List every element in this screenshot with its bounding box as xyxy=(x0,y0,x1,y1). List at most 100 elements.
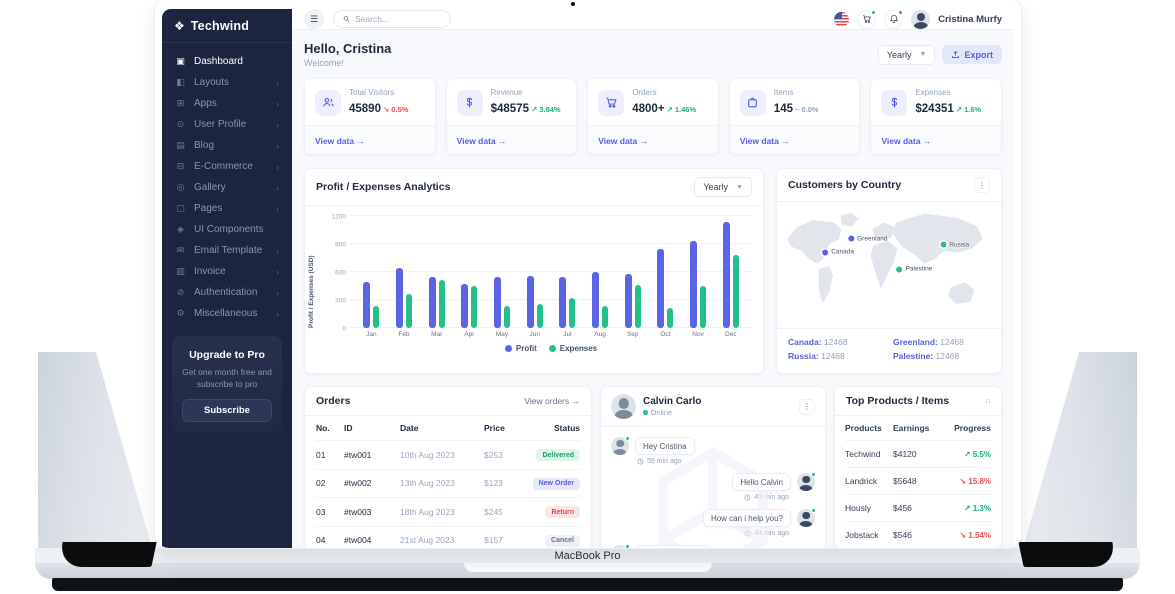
products-header-row: ProductsEarningsProgress xyxy=(845,416,991,440)
sidebar-item-invoice[interactable]: ▥Invoice› xyxy=(162,261,292,282)
products-col-header: Products xyxy=(845,423,893,433)
chart-xtick: Jan xyxy=(355,331,388,338)
chevron-right-icon: › xyxy=(276,99,279,109)
user-avatar[interactable] xyxy=(911,10,930,29)
laptop-deck: MacBook Pro xyxy=(35,548,1140,563)
chart-xlabels: JanFebMarAprMayJunJulAugSepOctNovDec xyxy=(351,331,751,338)
product-name: Jobstack xyxy=(845,530,893,540)
subscribe-button[interactable]: Subscribe xyxy=(182,399,272,422)
search-box[interactable] xyxy=(333,10,451,28)
sort-icon[interactable]: ↑↓ xyxy=(985,398,990,405)
chart-period-select[interactable]: Yearly ▼ xyxy=(694,177,752,197)
legend-dot-icon xyxy=(549,345,556,352)
sidebar-item-dashboard[interactable]: ▣Dashboard xyxy=(162,51,292,72)
topbar: ☰ xyxy=(292,9,1014,30)
ecommerce-icon: ⊟ xyxy=(175,161,186,172)
profit-bar xyxy=(625,274,632,328)
view-data-link[interactable]: View data → xyxy=(315,136,365,146)
analytics-title: Profit / Expenses Analytics xyxy=(316,181,450,193)
chat-kebab-menu-icon[interactable]: ⋮ xyxy=(799,399,815,415)
laptop-base xyxy=(35,563,1140,579)
topbar-right: Cristina Murfy xyxy=(834,10,1002,29)
online-status-icon xyxy=(643,410,648,415)
brand-name: Techwind xyxy=(191,19,249,33)
product-row-hously[interactable]: Hously$456↗ 1.3% xyxy=(845,494,991,521)
sidebar-item-authentication[interactable]: ⊘Authentication› xyxy=(162,282,292,303)
bar-group-jul xyxy=(551,216,584,328)
period-select[interactable]: Yearly ▼ xyxy=(878,45,936,65)
trackpad-notch xyxy=(464,563,712,572)
auth-icon: ⊘ xyxy=(175,287,186,298)
chevron-right-icon: › xyxy=(276,246,279,256)
dashboard-app: ❖ Techwind ▣Dashboard◧Layouts›⊞Apps›⊙Use… xyxy=(162,9,1014,548)
chart-xtick: May xyxy=(486,331,519,338)
kebab-menu-icon[interactable]: ⋮ xyxy=(974,177,990,193)
order-price: $253 xyxy=(484,450,532,460)
product-earnings: $456 xyxy=(893,503,945,513)
laptop-right-side xyxy=(1017,352,1137,548)
marker-dot-icon xyxy=(822,249,828,255)
user-icon: ⊙ xyxy=(175,119,186,130)
cart-button[interactable] xyxy=(857,10,876,29)
chat-contact-avatar xyxy=(611,394,636,419)
product-row-techwind[interactable]: Techwind$4120↗ 5.5% xyxy=(845,440,991,467)
search-input[interactable] xyxy=(355,14,441,24)
order-row-03[interactable]: 03#tw00318th Aug 2023$245Return xyxy=(316,497,580,526)
order-price: $245 xyxy=(484,507,532,517)
user-name[interactable]: Cristina Murfy xyxy=(938,14,1002,25)
order-row-04[interactable]: 04#tw00421st Aug 2023$157Cancel xyxy=(316,526,580,549)
customers-card: Customers by Country ⋮ xyxy=(776,168,1002,374)
sidebar-item-label: User Profile xyxy=(194,119,246,130)
product-row-jobstack[interactable]: Jobstack$546↘ 1.54% xyxy=(845,521,991,548)
notifications-button[interactable] xyxy=(884,10,903,29)
message-bubble: How can i help you? xyxy=(703,509,791,527)
product-progress: ↘ 15.8% xyxy=(947,477,991,486)
upgrade-title: Upgrade to Pro xyxy=(182,349,272,361)
sidebar-item-e-commerce[interactable]: ⊟E-Commerce› xyxy=(162,156,292,177)
sidebar-item-miscellaneous[interactable]: ⚙Miscellaneous› xyxy=(162,303,292,324)
export-button[interactable]: Export xyxy=(942,45,1002,64)
chat-messages: Hey Cristina59 min agoHello Calvin45 min… xyxy=(601,427,825,548)
online-status-label: Online xyxy=(651,408,673,417)
brand-logo[interactable]: ❖ Techwind xyxy=(162,9,292,43)
order-row-01[interactable]: 01#tw00110th Aug 2023$253Delivered xyxy=(316,440,580,469)
view-orders-link[interactable]: View orders → xyxy=(524,396,580,406)
chevron-down-icon: ▼ xyxy=(736,184,743,191)
sidebar-item-layouts[interactable]: ◧Layouts› xyxy=(162,72,292,93)
order-id: #tw002 xyxy=(344,478,400,488)
techwind-logo-icon: ❖ xyxy=(174,19,185,33)
stat-value: $48575 xyxy=(491,103,529,115)
legend-profit: Profit xyxy=(505,344,537,353)
bar-group-jan xyxy=(355,216,388,328)
view-data-link[interactable]: View data → xyxy=(457,136,507,146)
message-bubble: Hey Cristina xyxy=(635,437,695,455)
order-row-02[interactable]: 02#tw00213th Aug 2023$123New Order xyxy=(316,469,580,498)
sidebar-item-email-template[interactable]: ✉Email Template› xyxy=(162,240,292,261)
device-label: MacBook Pro xyxy=(554,550,620,562)
profit-bar xyxy=(396,268,403,328)
sidebar-item-gallery[interactable]: ◎Gallery› xyxy=(162,177,292,198)
order-id: #tw003 xyxy=(344,507,400,517)
profit-bar xyxy=(657,249,664,328)
view-data-link[interactable]: View data → xyxy=(881,136,931,146)
email-icon: ✉ xyxy=(175,245,186,256)
sidebar-item-pages[interactable]: ▢Pages› xyxy=(162,198,292,219)
cart-badge xyxy=(871,10,876,15)
expenses-bar xyxy=(373,306,379,328)
map-marker-canada: Canada xyxy=(822,249,854,256)
sidebar-item-apps[interactable]: ⊞Apps› xyxy=(162,93,292,114)
view-data-link[interactable]: View data → xyxy=(740,136,790,146)
sidebar-item-user-profile[interactable]: ⊙User Profile› xyxy=(162,114,292,135)
view-data-link[interactable]: View data → xyxy=(598,136,648,146)
order-price: $157 xyxy=(484,535,532,545)
macbook-mockup: MacBook Pro ❖ Techwind ▣Dashboard◧Layout… xyxy=(0,0,1175,594)
sidebar-item-label: Miscellaneous xyxy=(194,308,257,319)
language-flag-icon[interactable] xyxy=(834,12,849,27)
sidebar-item-blog[interactable]: ▤Blog› xyxy=(162,135,292,156)
sidebar-item-ui-components[interactable]: ◈UI Components xyxy=(162,219,292,240)
sidebar-item-label: Apps xyxy=(194,98,217,109)
presence-dot-icon xyxy=(625,436,630,441)
product-row-landrick[interactable]: Landrick$5648↘ 15.8% xyxy=(845,467,991,494)
orders-col-header: ID xyxy=(344,423,400,433)
hamburger-menu-icon[interactable]: ☰ xyxy=(304,9,324,29)
